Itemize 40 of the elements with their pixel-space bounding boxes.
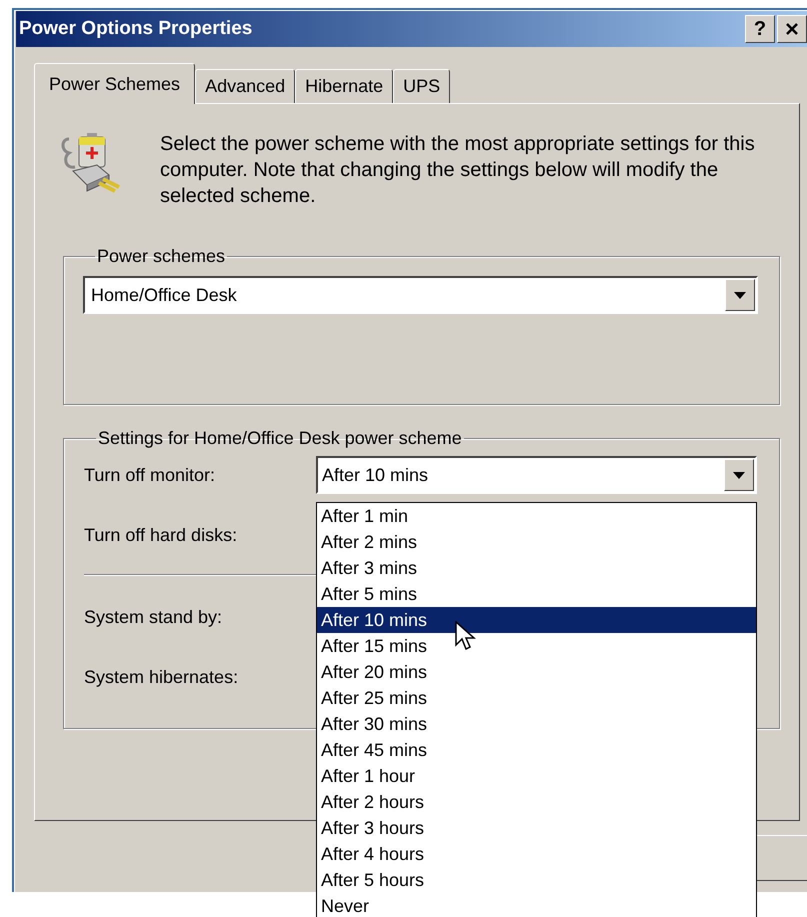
dropdown-option[interactable]: Never xyxy=(317,893,756,917)
dropdown-value: Home/Office Desk xyxy=(91,284,237,306)
help-button[interactable]: ? xyxy=(745,15,775,43)
dropdown-option[interactable]: After 4 hours xyxy=(317,841,756,867)
dropdown-option[interactable]: After 25 mins xyxy=(317,685,756,711)
close-button[interactable] xyxy=(777,15,807,43)
caret-icon xyxy=(734,292,746,298)
group-label: Power schemes xyxy=(96,245,226,268)
setting-label: Turn off monitor: xyxy=(84,464,216,486)
dropdown-option[interactable]: After 2 hours xyxy=(317,789,756,815)
dropdown-option[interactable]: After 2 mins xyxy=(317,529,756,555)
description-text: Select the power scheme with the most appropriate settings for this computer. Note that changing the settings below will modify the selected scheme. xyxy=(160,132,756,209)
setting-label: System hibernates: xyxy=(84,666,240,689)
group-label: Settings for Home/Office Desk power scheme xyxy=(97,427,463,450)
tab[interactable]: Hibernate xyxy=(295,69,394,103)
dropdown-option[interactable]: After 1 min xyxy=(317,503,756,529)
dropdown-option[interactable]: After 3 hours xyxy=(317,815,756,841)
dropdown-option[interactable]: After 30 mins xyxy=(317,711,756,737)
setting-label: System stand by: xyxy=(84,606,224,629)
dropdown-option[interactable]: After 1 hour xyxy=(317,763,756,789)
dropdown-option[interactable]: After 10 mins xyxy=(317,607,756,633)
dropdown-option[interactable]: After 15 mins xyxy=(317,633,756,659)
dropdown-option[interactable]: After 5 mins xyxy=(317,581,756,607)
dropdown-option[interactable]: After 5 hours xyxy=(317,867,756,893)
window-title: Power Options Properties xyxy=(19,16,252,41)
tab[interactable]: UPS xyxy=(393,69,450,103)
setting-label: Turn off hard disks: xyxy=(84,524,238,546)
scheme-dropdown[interactable]: Home/Office Desk xyxy=(83,276,758,314)
tab[interactable]: Advanced xyxy=(195,69,296,103)
dropdown-arrow-button[interactable] xyxy=(725,279,755,311)
dropdown-option[interactable]: After 45 mins xyxy=(317,737,756,763)
dropdown-value: After 10 mins xyxy=(322,464,428,486)
dropdown-arrow-button[interactable] xyxy=(724,459,754,491)
caret-icon xyxy=(733,472,745,478)
monitor-dropdown[interactable]: After 10 mins xyxy=(316,456,757,494)
dropdown-option[interactable]: After 20 mins xyxy=(317,659,756,685)
tab[interactable]: Power Schemes xyxy=(34,63,196,104)
mouse-cursor-icon xyxy=(455,621,477,651)
dropdown-option[interactable]: After 3 mins xyxy=(317,555,756,581)
close-icon xyxy=(785,23,799,35)
